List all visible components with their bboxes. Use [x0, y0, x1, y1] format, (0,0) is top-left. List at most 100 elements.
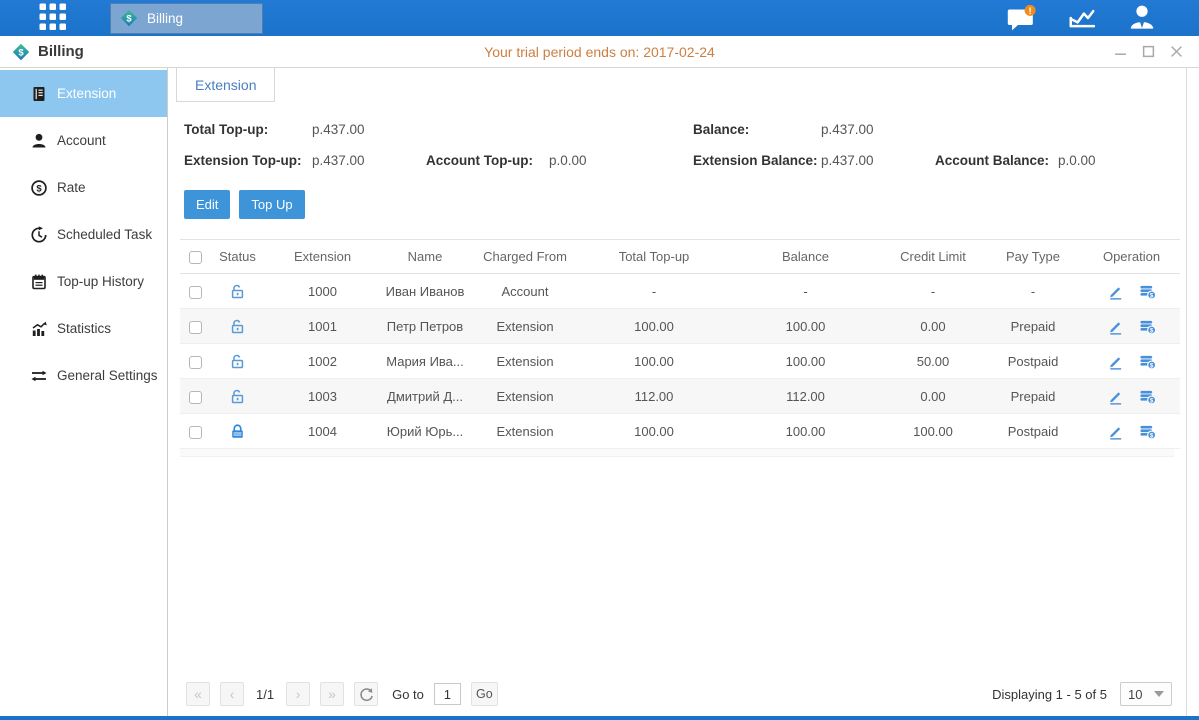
row-checkbox[interactable]: [189, 391, 202, 404]
user-account-icon[interactable]: [1127, 3, 1157, 33]
goto-page-input[interactable]: [434, 683, 461, 705]
tab-strip: Extension: [168, 68, 1186, 102]
page-size-select[interactable]: 10: [1120, 682, 1172, 706]
cell-pay-type: Prepaid: [983, 379, 1083, 414]
account-balance-value: p.0.00: [1058, 153, 1186, 168]
page-size-value: 10: [1128, 687, 1142, 702]
scheduled-task-icon: [30, 226, 48, 244]
close-icon[interactable]: [1170, 45, 1183, 58]
cell-total-topup: 100.00: [580, 344, 728, 379]
topup-icon[interactable]: $: [1138, 423, 1157, 440]
sidebar-item-label: Scheduled Task: [57, 227, 152, 242]
topup-icon[interactable]: $: [1138, 353, 1157, 370]
svg-text:$: $: [1149, 397, 1153, 404]
cell-name: Петр Петров: [380, 309, 470, 344]
rate-icon: $: [30, 179, 48, 197]
main-pane: Extension Total Top-up: p.437.00 Extensi…: [168, 68, 1187, 716]
svg-text:$: $: [18, 47, 24, 58]
resource-monitor-icon[interactable]: [1066, 3, 1098, 33]
taskbar-tab-label: Billing: [147, 11, 183, 26]
status-unlocked-icon: [229, 353, 246, 370]
sidebar-item-account[interactable]: Account: [0, 117, 167, 164]
taskbar-tab-billing[interactable]: $ Billing: [110, 3, 263, 34]
row-checkbox[interactable]: [189, 286, 202, 299]
cell-credit-limit: 0.00: [883, 309, 983, 344]
desktop: $ Billing ! $ Billing Your trial period …: [0, 0, 1199, 720]
last-page-button[interactable]: »: [320, 682, 344, 706]
billing-dollar-icon: $: [11, 42, 31, 62]
extension-icon: [30, 85, 48, 103]
topup-icon[interactable]: $: [1138, 283, 1157, 300]
cell-credit-limit: 0.00: [883, 379, 983, 414]
edit-button[interactable]: Edit: [184, 190, 230, 219]
billing-window: $ Billing Your trial period ends on: 201…: [0, 36, 1199, 716]
billing-dollar-icon: $: [119, 8, 139, 28]
column-header: Pay Type: [983, 240, 1083, 274]
table-row: 1001Петр ПетровExtension100.00100.000.00…: [180, 309, 1180, 344]
sidebar-item-rate[interactable]: $Rate: [0, 164, 167, 211]
sidebar-item-scheduled-task[interactable]: Scheduled Task: [0, 211, 167, 258]
balance-value: p.437.00: [821, 122, 935, 137]
row-checkbox[interactable]: [189, 356, 202, 369]
balance-label: Balance:: [693, 122, 821, 137]
cell-pay-type: Prepaid: [983, 309, 1083, 344]
first-page-button[interactable]: «: [186, 682, 210, 706]
topup-button[interactable]: Top Up: [239, 190, 304, 219]
svg-text:!: !: [1028, 5, 1031, 16]
cell-total-topup: -: [580, 274, 728, 309]
cell-charged-from: Account: [470, 274, 580, 309]
sidebar-item-top-up-history[interactable]: Top-up History: [0, 258, 167, 305]
cell-name: Дмитрий Д...: [380, 379, 470, 414]
edit-icon[interactable]: [1107, 353, 1124, 370]
row-checkbox[interactable]: [189, 321, 202, 334]
account-topup-value: p.0.00: [549, 153, 677, 168]
edit-icon[interactable]: [1107, 388, 1124, 405]
previous-page-button[interactable]: ‹: [220, 682, 244, 706]
window-title: Billing: [38, 43, 84, 60]
sidebar-item-label: Extension: [57, 86, 116, 101]
cell-extension: 1002: [265, 344, 380, 379]
cell-credit-limit: 50.00: [883, 344, 983, 379]
cell-charged-from: Extension: [470, 414, 580, 449]
topup-icon[interactable]: $: [1138, 388, 1157, 405]
cell-pay-type: -: [983, 274, 1083, 309]
pagination-bar: « ‹ 1/1 › » Go to Go Displaying 1 - 5 of…: [168, 682, 1186, 716]
goto-label: Go to: [392, 687, 424, 702]
row-checkbox[interactable]: [189, 426, 202, 439]
tab-extension[interactable]: Extension: [176, 68, 275, 102]
cell-charged-from: Extension: [470, 344, 580, 379]
extension-topup-value: p.437.00: [312, 153, 426, 168]
extension-topup-label: Extension Top-up:: [184, 153, 312, 168]
cell-credit-limit: -: [883, 274, 983, 309]
cell-balance: 112.00: [728, 379, 883, 414]
sidebar-item-general-settings[interactable]: General Settings: [0, 352, 167, 399]
go-button[interactable]: Go: [471, 682, 498, 706]
status-unlocked-icon: [229, 318, 246, 335]
cell-name: Мария Ива...: [380, 344, 470, 379]
trial-notice: Your trial period ends on: 2017-02-24: [0, 44, 1199, 60]
cell-extension: 1000: [265, 274, 380, 309]
edit-icon[interactable]: [1107, 318, 1124, 335]
column-header: Total Top-up: [580, 240, 728, 274]
account-topup-label: Account Top-up:: [426, 153, 549, 168]
select-all-checkbox[interactable]: [189, 251, 202, 264]
svg-text:$: $: [1149, 362, 1153, 369]
status-unlocked-icon: [229, 283, 246, 300]
cell-extension: 1003: [265, 379, 380, 414]
messages-icon[interactable]: !: [1006, 4, 1037, 33]
maximize-icon[interactable]: [1142, 45, 1155, 58]
cell-balance: 100.00: [728, 414, 883, 449]
cell-credit-limit: 100.00: [883, 414, 983, 449]
minimize-icon[interactable]: [1114, 45, 1127, 58]
edit-icon[interactable]: [1107, 423, 1124, 440]
edit-icon[interactable]: [1107, 283, 1124, 300]
app-grid-button[interactable]: [36, 2, 68, 34]
svg-text:$: $: [126, 13, 132, 24]
refresh-button[interactable]: [354, 682, 378, 706]
next-page-button[interactable]: ›: [286, 682, 310, 706]
topup-icon[interactable]: $: [1138, 318, 1157, 335]
column-header: Balance: [728, 240, 883, 274]
sidebar-item-statistics[interactable]: Statistics: [0, 305, 167, 352]
sidebar-item-extension[interactable]: Extension: [0, 70, 167, 117]
cell-balance: 100.00: [728, 344, 883, 379]
